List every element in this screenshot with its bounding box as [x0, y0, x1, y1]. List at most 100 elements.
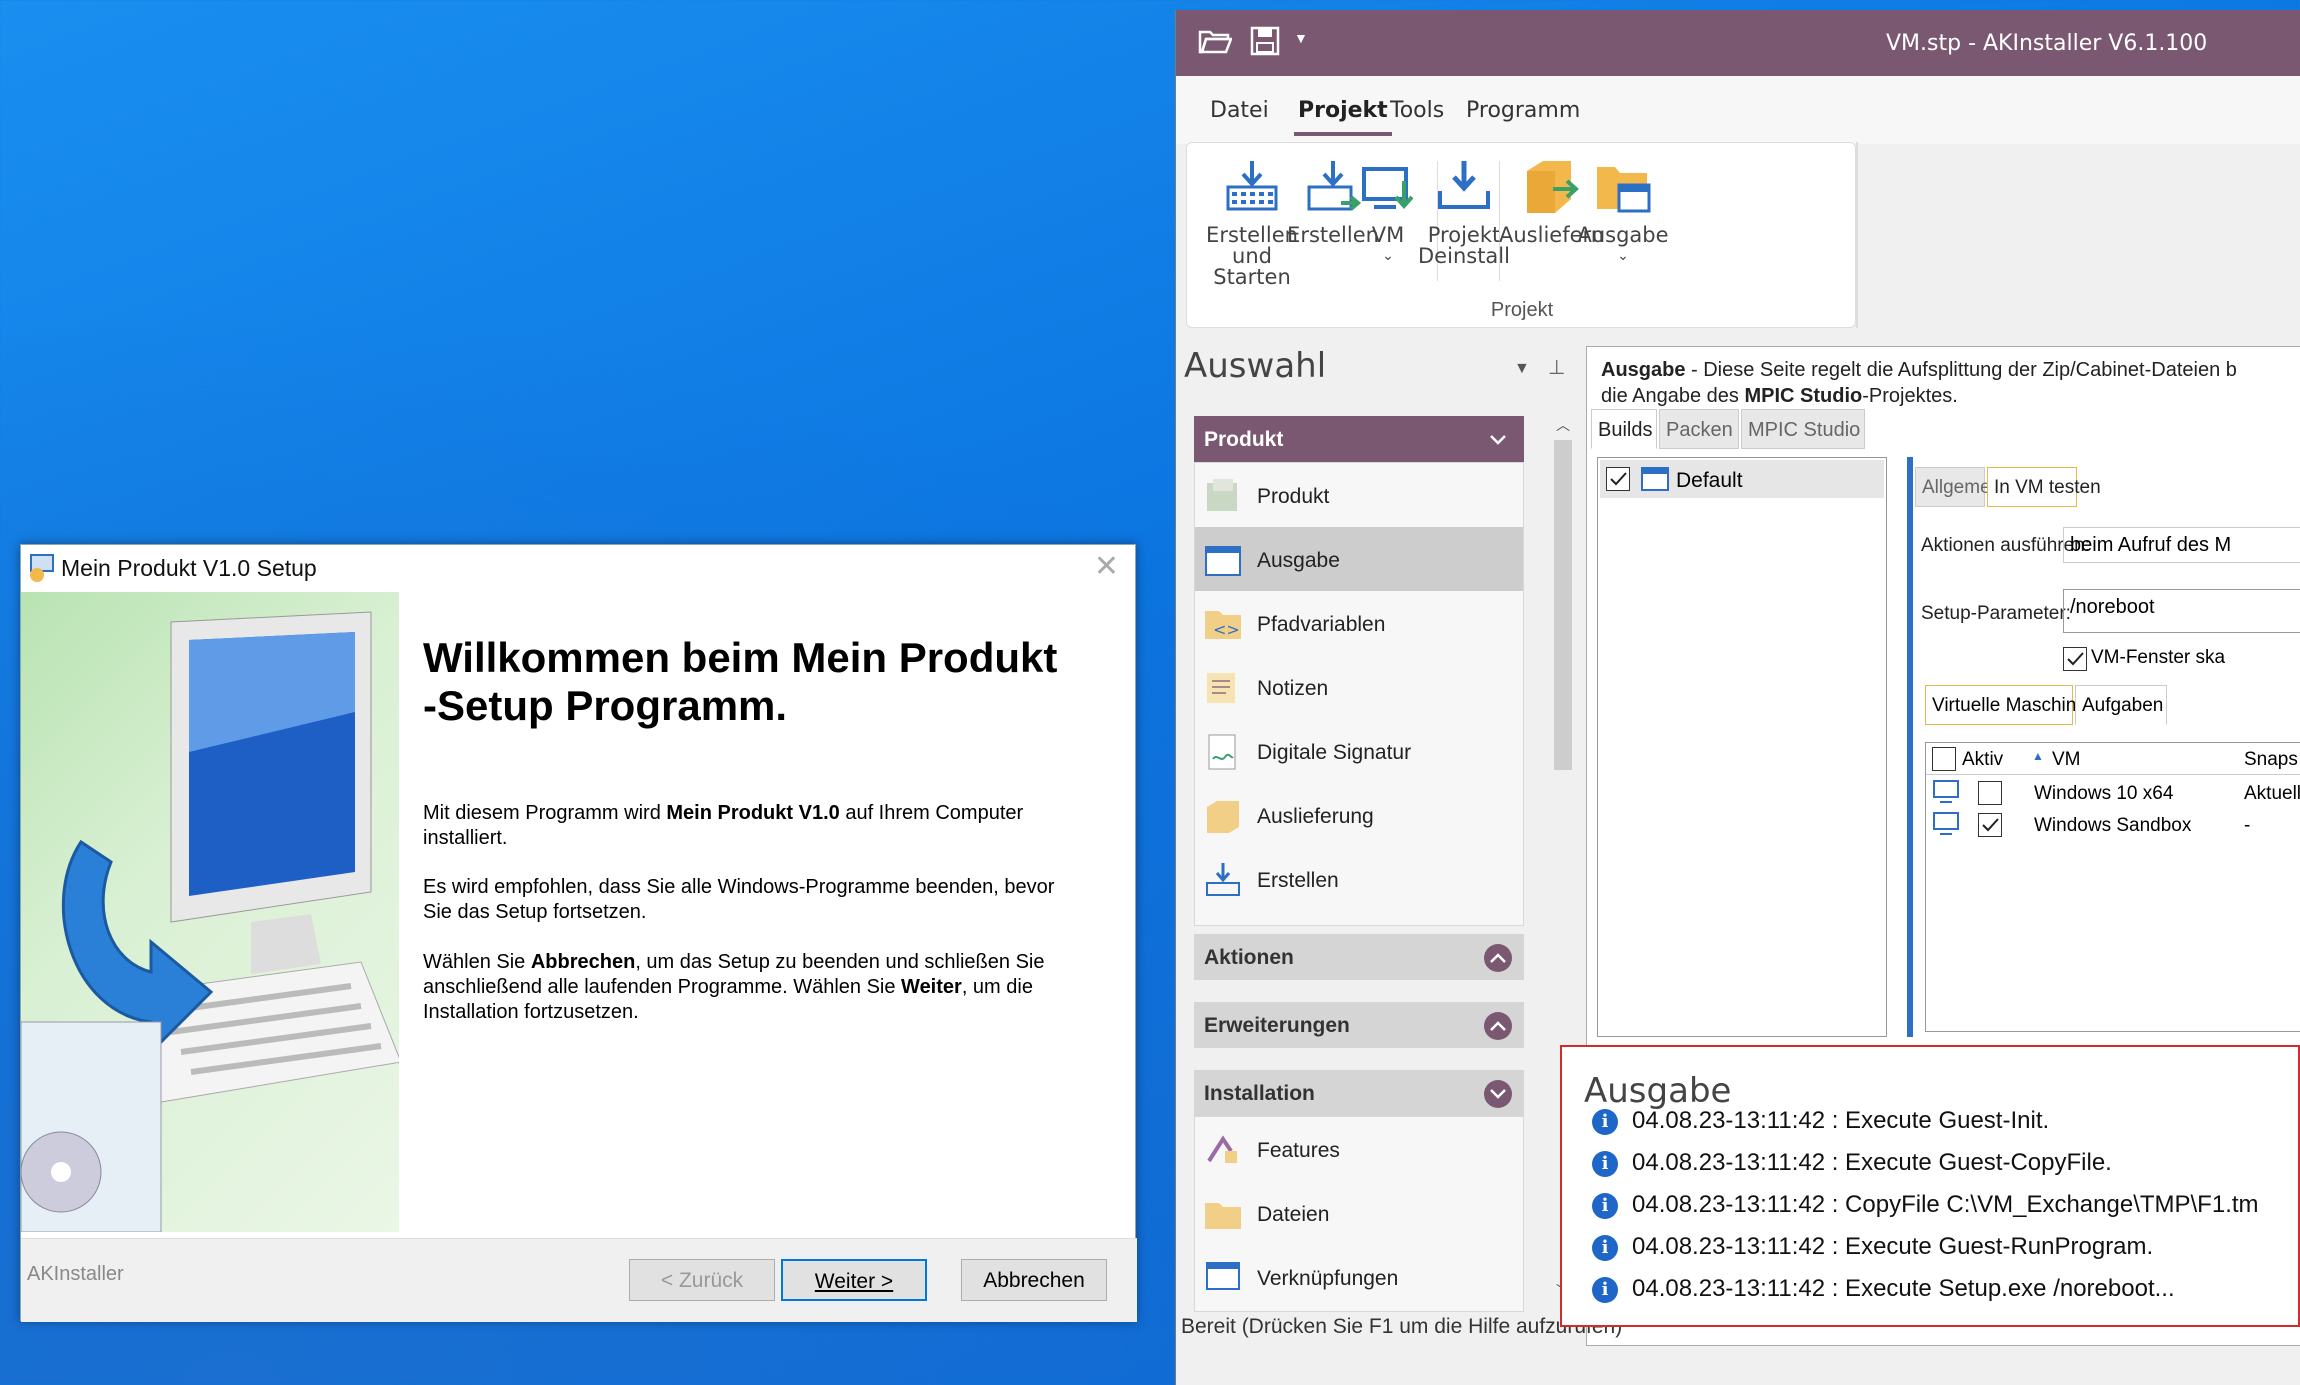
section-aktionen[interactable]: Aktionen — [1194, 934, 1524, 980]
build-small-icon — [1203, 861, 1243, 899]
vm-row[interactable]: Windows Sandbox - — [1926, 809, 2300, 841]
setup-app-icon — [27, 553, 57, 583]
collapse-icon[interactable] — [1484, 1080, 1512, 1108]
section-installation[interactable]: Installation — [1194, 1070, 1524, 1116]
nav-verknuepfungen[interactable]: Verknüpfungen — [1195, 1245, 1523, 1309]
status-bar: Bereit (Drücken Sie F1 um die Hilfe aufz… — [1181, 1315, 1623, 1338]
output-title: Ausgabe — [1584, 1071, 1732, 1111]
vm-window-checkbox[interactable] — [2063, 647, 2087, 671]
setup-illustration — [21, 592, 399, 1232]
ausgabe-label: Ausgabe — [1577, 223, 1669, 247]
next-button[interactable]: Weiter > — [781, 1259, 927, 1301]
col-vm[interactable]: VM — [2052, 749, 2081, 771]
info-icon: i — [1592, 1108, 1618, 1135]
features-icon — [1203, 1131, 1243, 1169]
build-checkbox[interactable] — [1606, 467, 1630, 491]
nav-erstellen[interactable]: Erstellen — [1195, 847, 1523, 911]
tab-virtuelle-maschinen[interactable]: Virtuelle Maschinen — [1925, 685, 2097, 725]
nav-produkt[interactable]: Produkt — [1195, 463, 1523, 527]
vm-test-pane: Allgemein In VM testen Aktionen ausführe… — [1907, 457, 2300, 1037]
vm-row[interactable]: Windows 10 x64 Aktuell — [1926, 777, 2300, 809]
pin-icon[interactable]: ⊥ — [1548, 355, 1565, 380]
nav-features[interactable]: Features — [1195, 1117, 1523, 1181]
output-folder-icon — [1597, 167, 1651, 213]
tab-aufgaben[interactable]: Aufgaben — [2075, 685, 2167, 725]
setup-parameter-input[interactable]: /noreboot — [2063, 589, 2300, 633]
ausgabe-dropdown-icon: ⌄ — [1617, 248, 1629, 264]
nav-ausgabe[interactable]: Ausgabe — [1195, 527, 1523, 591]
scroll-up-icon[interactable]: ︿ — [1556, 415, 1570, 435]
info-icon: i — [1592, 1276, 1618, 1303]
vm-name: Windows Sandbox — [2034, 815, 2192, 836]
delivery-icon — [1203, 797, 1243, 835]
nav-pfadvariablen[interactable]: <> Pfadvariablen — [1195, 591, 1523, 655]
build-icon-small — [1640, 464, 1670, 492]
section-produkt[interactable]: Produkt — [1194, 416, 1524, 462]
vm-snapshot: Aktuell — [2244, 783, 2300, 804]
nav-digitale-signatur[interactable]: Digitale Signatur — [1195, 719, 1523, 783]
build-row-default[interactable]: Default — [1600, 460, 1884, 498]
brand-label: AKInstaller — [27, 1263, 124, 1285]
projekt-deinstall-label-2: Deinstall — [1418, 244, 1510, 268]
menu-bar: Datei Projekt Tools Programm — [1176, 76, 2300, 144]
dialog-footer: AKInstaller < Zurück Weiter > Abbrechen — [21, 1238, 1137, 1322]
setup-parameter-label: Setup-Parameter: — [1921, 603, 2071, 624]
vm-active-checkbox[interactable] — [1978, 781, 2002, 805]
menu-tools[interactable]: Tools — [1390, 98, 1444, 123]
build-name: Default — [1676, 469, 1743, 492]
notes-icon — [1203, 669, 1243, 707]
vm-snapshot: - — [2244, 815, 2251, 836]
output-panel: Ausgabe i 04.08.23-13:11:42 : Execute Gue… — [1560, 1045, 2300, 1327]
ribbon-panel: Erstellen und Starten Erstellen VM ⌄ Pro… — [1186, 142, 1856, 328]
vm-monitor-small-icon — [1932, 811, 1960, 837]
ribbon-next-group — [1856, 142, 2300, 328]
ribbon-group-label: Projekt — [1490, 299, 1554, 321]
log-line: i 04.08.23-13:11:42 : Execute Setup.exe /… — [1592, 1275, 2175, 1303]
section-erweiterungen[interactable]: Erweiterungen — [1194, 1002, 1524, 1048]
deliver-box-icon — [1527, 161, 1579, 213]
cancel-button[interactable]: Abbrechen — [961, 1259, 1107, 1301]
close-icon[interactable]: ✕ — [1094, 549, 1119, 584]
menu-datei[interactable]: Datei — [1210, 98, 1269, 123]
quick-access-dropdown-icon[interactable]: ▼ — [1294, 30, 1308, 46]
nav-auslieferung[interactable]: Auslieferung — [1195, 783, 1523, 847]
tab-mpic-studio[interactable]: MPIC Studio — [1741, 409, 1865, 449]
menu-programm[interactable]: Programm — [1466, 98, 1580, 123]
expand-icon[interactable] — [1484, 944, 1512, 972]
produkt-items: Produkt Ausgabe <> Pfadvariablen Notizen … — [1194, 462, 1524, 926]
section-produkt-label: Produkt — [1204, 428, 1284, 451]
scroll-thumb[interactable] — [1554, 440, 1572, 770]
setup-dialog: Mein Produkt V1.0 Setup ✕ Willkommen bei… — [20, 544, 1137, 1322]
aktionen-select[interactable]: beim Aufruf des M — [2063, 527, 2300, 563]
col-aktiv[interactable]: Aktiv — [1962, 749, 2003, 771]
ausgabe-button[interactable]: Ausgabe ⌄ — [1573, 159, 1673, 267]
paragraph-2: Es wird empfohlen, dass Sie alle Windows… — [423, 876, 1055, 923]
tab-in-vm-testen[interactable]: In VM testen — [1987, 467, 2101, 507]
product-icon — [1203, 477, 1243, 515]
select-all-checkbox[interactable] — [1932, 747, 1956, 771]
grid-header: Aktiv ▲ VM Snaps — [1926, 743, 2300, 775]
auswahl-title: Auswahl — [1184, 346, 1327, 386]
open-folder-icon[interactable] — [1198, 26, 1232, 56]
tab-allgemein[interactable]: Allgemein — [1915, 467, 2005, 507]
collapse-icon[interactable] — [1484, 426, 1512, 454]
erstellen-und-starten-label-2: und Starten — [1213, 244, 1291, 289]
vm-active-checkbox[interactable] — [1978, 813, 2002, 837]
dropdown-icon[interactable]: ▼ — [1514, 360, 1530, 378]
nav-notizen[interactable]: Notizen — [1195, 655, 1523, 719]
info-icon: i — [1592, 1234, 1618, 1261]
expand-icon[interactable] — [1484, 1012, 1512, 1040]
nav-dateien[interactable]: Dateien — [1195, 1181, 1523, 1245]
svg-text:<>: <> — [1213, 620, 1240, 639]
info-icon: i — [1592, 1192, 1618, 1219]
dialog-title: Mein Produkt V1.0 Setup — [61, 555, 317, 581]
back-button[interactable]: < Zurück — [629, 1259, 775, 1301]
save-icon[interactable] — [1250, 26, 1280, 56]
log-line: i 04.08.23-13:11:42 : Execute Guest-Init. — [1592, 1107, 2049, 1135]
tab-builds[interactable]: Builds — [1591, 409, 1657, 449]
vm-grid: Aktiv ▲ VM Snaps Windows 10 x64 Aktuell … — [1925, 742, 2300, 1032]
col-snapshot[interactable]: Snaps — [2244, 749, 2298, 771]
tab-packen[interactable]: Packen — [1659, 409, 1739, 449]
menu-projekt[interactable]: Projekt — [1294, 98, 1392, 136]
log-line: i 04.08.23-13:11:42 : Execute Guest-CopyF… — [1592, 1149, 2112, 1177]
